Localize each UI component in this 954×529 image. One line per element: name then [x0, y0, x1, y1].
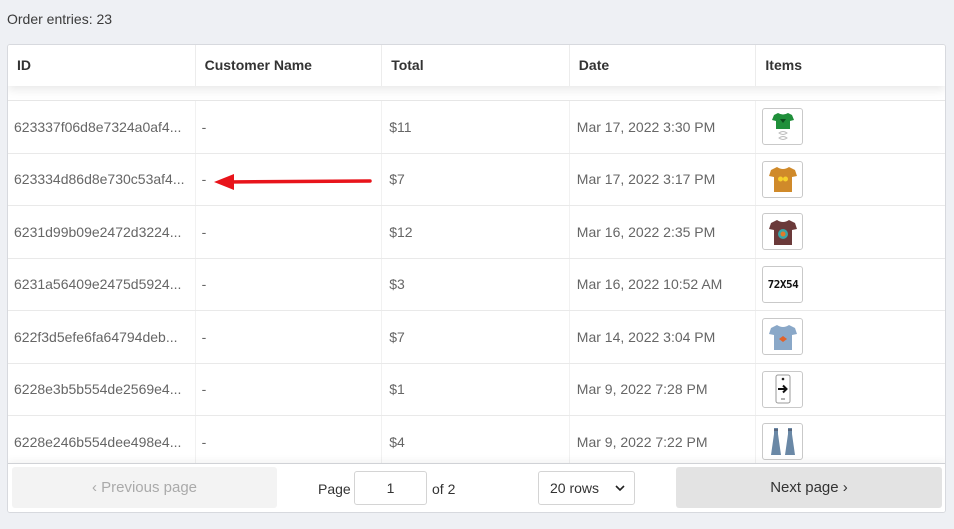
table-row[interactable]: 6228e246b554dee498e4... - $4 Mar 9, 2022…	[8, 416, 945, 463]
order-id: 6228e246b554dee498e4...	[8, 416, 196, 463]
customer-name: -	[196, 258, 383, 310]
customer-name: -	[196, 206, 383, 258]
page-number-input[interactable]	[354, 471, 427, 505]
table-row[interactable]: 6231a56409e2475d5924... - $3 Mar 16, 202…	[8, 258, 945, 311]
arrow-sign-icon[interactable]	[762, 370, 804, 408]
pagination-bar: ‹ Previous page Page of 2 20 rows Next p…	[8, 463, 945, 512]
order-items	[756, 416, 945, 463]
rows-per-page-select[interactable]: 20 rows	[538, 471, 635, 505]
table-body[interactable]: 623337f06d8e7324a0af4... - $11 Mar 17, 2…	[8, 86, 945, 463]
order-id: 623337f06d8e7324a0af4...	[8, 101, 196, 153]
blue-tshirt-icon[interactable]	[762, 318, 804, 356]
table-body-top-gap	[8, 86, 945, 101]
table-header: ID Customer Name Total Date Items	[8, 45, 945, 86]
order-items	[756, 364, 945, 416]
order-items	[756, 154, 945, 206]
green-tshirt-icon[interactable]	[762, 108, 804, 146]
order-total: $3	[382, 258, 570, 310]
order-items	[756, 311, 945, 363]
next-page-button[interactable]: Next page ›	[676, 467, 942, 508]
customer-name: -	[196, 101, 383, 153]
order-id: 6231d99b09e2472d3224...	[8, 206, 196, 258]
table-row[interactable]: 6231d99b09e2472d3224... - $12 Mar 16, 20…	[8, 206, 945, 259]
orange-tshirt-icon[interactable]	[762, 160, 804, 198]
order-items	[756, 206, 945, 258]
order-items: 72X54	[756, 259, 945, 311]
order-total: $4	[382, 416, 570, 463]
customer-name: -	[196, 153, 383, 205]
item-thumbnail-text: 72X54	[767, 277, 799, 291]
order-date: Mar 9, 2022 7:28 PM	[570, 363, 757, 415]
order-date: Mar 16, 2022 2:35 PM	[570, 206, 757, 258]
order-date: Mar 9, 2022 7:22 PM	[570, 416, 757, 463]
order-total: $11	[382, 101, 570, 153]
order-total: $7	[382, 153, 570, 205]
previous-page-button[interactable]: ‹ Previous page	[12, 467, 277, 508]
column-header-id[interactable]: ID	[8, 45, 196, 86]
order-id: 6231a56409e2475d5924...	[8, 258, 196, 310]
maroon-tshirt-icon[interactable]	[762, 213, 804, 251]
order-id: 6228e3b5b554de2569e4...	[8, 363, 196, 415]
table-row[interactable]: 6228e3b5b554de2569e4... - $1 Mar 9, 2022…	[8, 363, 945, 416]
page-label: Page	[318, 481, 351, 497]
order-id: 623334d86d8e730c53af4...	[8, 153, 196, 205]
orders-table: ID Customer Name Total Date Items 623337…	[7, 44, 946, 513]
total-pages-label: of 2	[432, 481, 456, 497]
customer-name: -	[196, 363, 383, 415]
order-id: 622f3d5efe6fa64794deb...	[8, 311, 196, 363]
customer-name: -	[196, 416, 383, 463]
order-total: $7	[382, 311, 570, 363]
order-total: $1	[382, 363, 570, 415]
chevron-down-icon	[615, 472, 625, 512]
column-header-date[interactable]: Date	[570, 45, 757, 86]
column-header-customer-name[interactable]: Customer Name	[196, 45, 383, 86]
table-row[interactable]: 623334d86d8e730c53af4... - $7 Mar 17, 20…	[8, 153, 945, 206]
order-items	[756, 101, 945, 153]
order-date: Mar 17, 2022 3:30 PM	[570, 101, 757, 153]
order-date: Mar 17, 2022 3:17 PM	[570, 153, 757, 205]
order-entries-count: Order entries: 23	[7, 11, 113, 27]
order-date: Mar 14, 2022 3:04 PM	[570, 311, 757, 363]
table-row[interactable]: 623337f06d8e7324a0af4... - $11 Mar 17, 2…	[8, 101, 945, 154]
column-header-items[interactable]: Items	[756, 45, 945, 86]
dresses-icon[interactable]	[762, 423, 804, 461]
table-row[interactable]: 622f3d5efe6fa64794deb... - $7 Mar 14, 20…	[8, 311, 945, 364]
column-header-total[interactable]: Total	[382, 45, 570, 86]
rows-per-page-value: 20 rows	[550, 480, 600, 496]
customer-name: -	[196, 311, 383, 363]
order-date: Mar 16, 2022 10:52 AM	[570, 258, 757, 310]
order-total: $12	[382, 206, 570, 258]
text-72x54-icon[interactable]: 72X54	[762, 265, 804, 303]
